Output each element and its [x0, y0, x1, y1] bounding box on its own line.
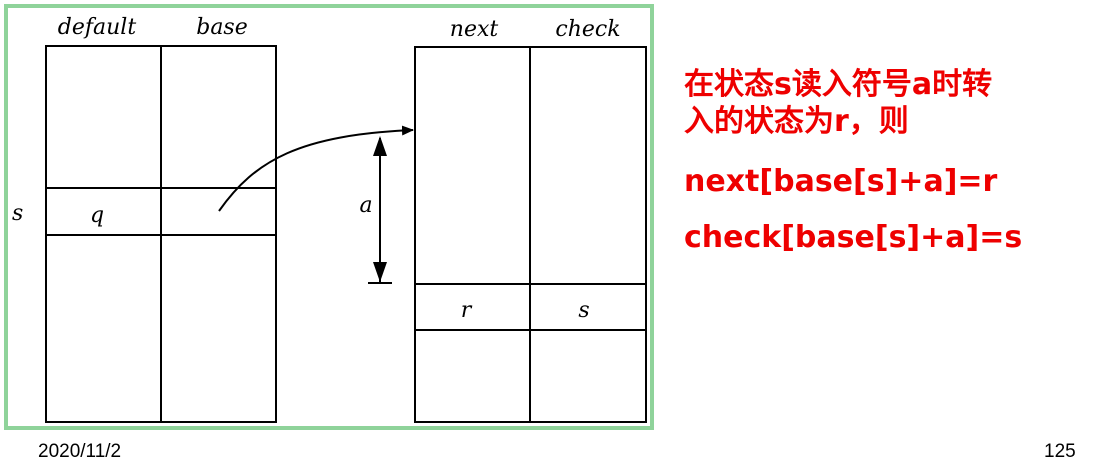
footer-date: 2020/11/2 — [38, 441, 122, 462]
trie-table-diagram: default base s q next check r s a — [0, 0, 656, 432]
default-header: default — [58, 15, 137, 40]
check-cell-s: s — [578, 298, 589, 323]
check-equation: check[base[s]+a]=s — [684, 220, 1023, 255]
offset-arrow-up-icon — [373, 136, 387, 156]
next-header: next — [450, 17, 499, 42]
next-equation: next[base[s]+a]=r — [684, 164, 998, 199]
check-header: check — [555, 17, 620, 42]
explanation-text: 在状态s读入符号a时转 入的状态为r，则 next[base[s]+a]=r c… — [684, 66, 1104, 266]
left-table — [45, 45, 277, 423]
base-to-next-arrow — [218, 125, 414, 212]
diagram-canvas: default base s q next check r s a — [4, 4, 654, 430]
base-header: base — [196, 15, 248, 40]
state-s-label: s — [12, 201, 23, 226]
default-cell-q: q — [90, 203, 104, 228]
explanation-line-1: 在状态s读入符号a时转 — [684, 67, 993, 102]
page-number: 125 — [1044, 441, 1076, 462]
offset-dimension: a — [359, 136, 392, 284]
offset-arrow-down-icon — [373, 262, 387, 282]
next-cell-r: r — [461, 298, 473, 323]
offset-label-a: a — [359, 193, 372, 218]
explanation-line-2: 入的状态为r，则 — [684, 104, 909, 139]
right-table — [414, 46, 647, 423]
